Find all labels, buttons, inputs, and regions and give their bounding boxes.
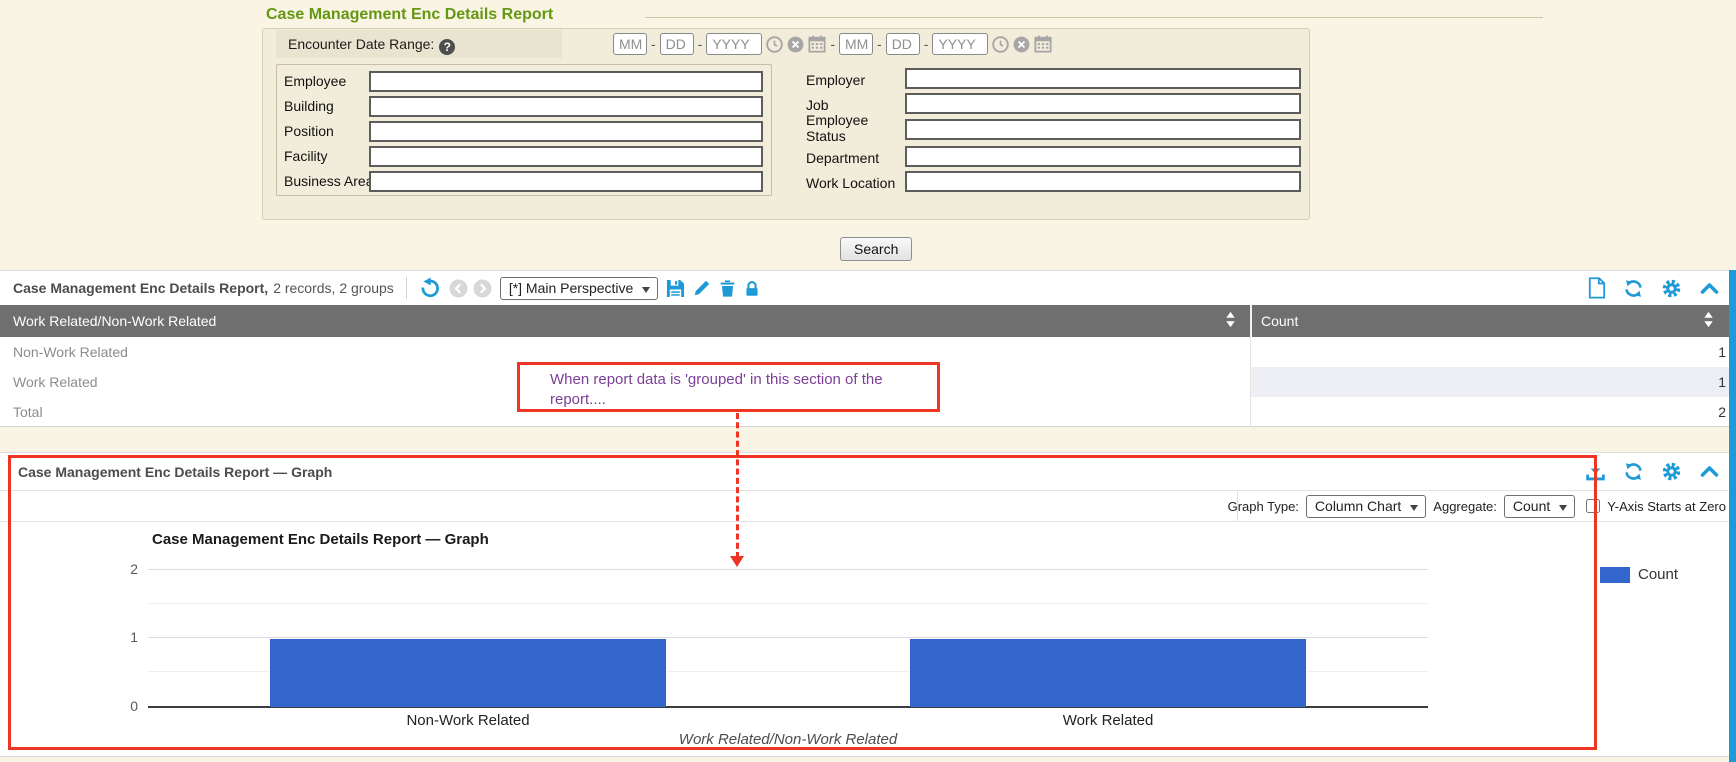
help-icon[interactable]: ? [439,39,455,55]
graph-section-actions [1585,461,1736,482]
next-icon[interactable] [473,279,492,298]
report-section-actions [1588,277,1736,299]
to-month-input[interactable] [839,33,873,55]
left-fields-group: Employee Building Position Facility Busi… [276,64,772,196]
lock-icon[interactable] [744,279,760,298]
clock-icon[interactable] [992,36,1009,53]
search-button[interactable]: Search [840,237,912,261]
job-label: Job [806,97,829,113]
chart-title: Case Management Enc Details Report — Gra… [152,531,489,548]
bar-work-related[interactable] [910,639,1306,708]
encounter-date-range-label: Encounter Date Range:? [276,30,562,58]
employee-status-field[interactable] [905,119,1301,140]
toolbar-divider [406,277,407,299]
graph-section-title: Case Management Enc Details Report — Gra… [18,464,332,480]
report-title: Case Management Enc Details Report, [13,280,268,296]
legend-swatch [1600,567,1630,583]
work-location-label: Work Location [806,175,895,191]
perspective-select[interactable]: [*] Main Perspective [500,277,659,300]
graph-section-header: Case Management Enc Details Report — Gra… [0,453,1736,491]
calendar-icon[interactable] [1034,35,1052,53]
right-panel-strip[interactable] [1729,270,1736,762]
edit-pencil-icon[interactable] [693,279,711,297]
graph-controls: Graph Type: Column Chart Aggregate: Coun… [1228,491,1736,521]
graph-section: Case Management Enc Details Report — Gra… [0,452,1736,757]
new-document-icon[interactable] [1588,277,1606,299]
facility-field[interactable] [369,146,763,167]
department-field[interactable] [905,146,1301,167]
chart-legend: Count [1600,566,1678,583]
fieldset-line [645,17,1543,18]
annotation-callout: When report data is 'grouped' in this se… [517,362,940,412]
facility-label: Facility [284,148,328,164]
y-axis-zero-checkbox[interactable] [1586,499,1600,513]
clear-icon[interactable] [787,36,804,53]
annotation-text: When report data is 'grouped' in this se… [550,371,883,408]
to-day-input[interactable] [886,33,920,55]
position-label: Position [284,123,334,139]
from-month-input[interactable] [613,33,647,55]
employee-field[interactable] [369,71,763,92]
x-axis-title: Work Related/Non-Work Related [588,731,988,748]
employer-field[interactable] [905,68,1301,89]
x-category-label: Non-Work Related [318,712,618,729]
department-label: Department [806,150,879,166]
report-toolbar: Case Management Enc Details Report, 2 re… [0,271,1736,305]
annotation-arrow-line [736,413,739,558]
y-tick: 1 [104,628,138,646]
settings-gear-icon[interactable] [1661,461,1682,482]
column-header-count[interactable]: Count [1250,305,1736,337]
business-area-field[interactable] [369,171,763,192]
job-field[interactable] [905,93,1301,114]
gridline [148,569,1428,570]
to-year-input[interactable] [932,33,988,55]
column-header-group[interactable]: Work Related/Non-Work Related [0,305,1250,337]
building-label: Building [284,98,334,114]
table-header-row: Work Related/Non-Work Related Count [0,305,1736,337]
save-icon[interactable] [666,279,685,298]
date-range-inputs: - - - - - [613,32,1052,56]
form-title: Case Management Enc Details Report [266,6,553,24]
aggregate-select[interactable]: Count [1504,495,1575,518]
from-day-input[interactable] [660,33,694,55]
screen: Case Management Enc Details Report Encou… [0,0,1736,762]
graph-controls-row: Graph Type: Column Chart Aggregate: Coun… [0,491,1736,522]
gridline-minor [148,603,1428,604]
column-chart: Case Management Enc Details Report — Gra… [0,522,1736,755]
x-category-label: Work Related [958,712,1258,729]
settings-gear-icon[interactable] [1661,278,1682,299]
annotation-arrow-head [730,556,744,567]
from-year-input[interactable] [706,33,762,55]
report-record-count: 2 records, 2 groups [273,280,394,296]
employee-status-label: Employee Status [806,112,898,144]
y-tick: 2 [104,560,138,578]
collapse-icon[interactable] [1699,461,1720,482]
employer-label: Employer [806,72,865,88]
legend-label: Count [1638,566,1678,583]
sort-icon[interactable] [1703,311,1714,331]
building-field[interactable] [369,96,763,117]
graph-type-label: Graph Type: [1228,499,1299,514]
position-field[interactable] [369,121,763,142]
download-icon[interactable] [1585,461,1606,482]
undo-icon[interactable] [419,277,441,299]
prev-icon[interactable] [449,279,468,298]
refresh-icon[interactable] [1623,278,1644,299]
aggregate-label: Aggregate: [1433,499,1497,514]
y-tick: 0 [104,697,138,715]
refresh-icon[interactable] [1623,461,1644,482]
sort-icon[interactable] [1225,311,1236,331]
clock-icon[interactable] [766,36,783,53]
graph-type-select[interactable]: Column Chart [1306,495,1426,518]
business-area-label: Business Area [284,173,374,189]
calendar-icon[interactable] [808,35,826,53]
y-axis-zero-label: Y-Axis Starts at Zero [1607,499,1726,514]
employee-label: Employee [284,73,346,89]
bar-non-work-related[interactable] [270,639,666,708]
collapse-icon[interactable] [1699,278,1720,299]
delete-trash-icon[interactable] [719,279,736,298]
clear-icon[interactable] [1013,36,1030,53]
work-location-field[interactable] [905,171,1301,192]
